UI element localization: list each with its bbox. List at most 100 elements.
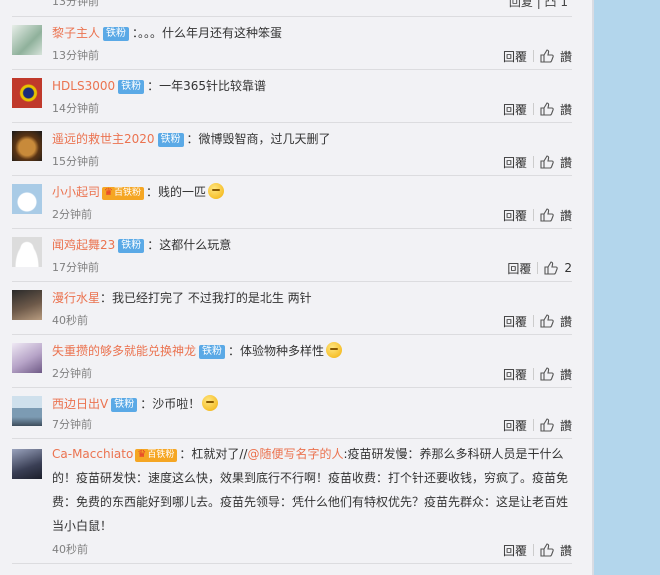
comment-time: 17分钟前 xyxy=(52,261,99,274)
comment-line: 小小起司 ♛ 百铁粉 ：贱的一匹 xyxy=(52,182,572,202)
emoji-icon xyxy=(326,342,343,358)
reply-button[interactable]: 回覆 xyxy=(503,313,527,330)
vip-badge: ♛ 百铁粉 xyxy=(102,187,145,200)
partial-comment-time: 13分钟前 xyxy=(52,0,99,8)
reply-button[interactable]: 回覆 xyxy=(503,417,527,434)
comment-username[interactable]: 闻鸡起舞23 xyxy=(52,238,115,252)
comment-username[interactable]: Ca-Macchiato xyxy=(52,447,133,461)
comment-line: 失重攒的够多就能兑换神龙 铁粉 ：体验物种多样性 xyxy=(52,341,572,361)
like-button[interactable]: 讚 xyxy=(560,417,572,434)
comment-time: 13分钟前 xyxy=(52,49,99,62)
vip-badge: ♛ 百铁粉 xyxy=(135,449,178,462)
comment-panel: 13分钟前 回复 | 凸 1 黎子主人 铁粉 ：。。。什么年月还有这种笨蛋 13分钟… xyxy=(0,0,592,575)
comment-username[interactable]: 遥远的救世主2020 xyxy=(52,132,155,146)
divider xyxy=(532,50,534,62)
avatar[interactable] xyxy=(12,343,42,373)
reply-button[interactable]: 回覆 xyxy=(503,207,527,224)
comment-item: 漫行水星：我已经打完了 不过我打的是北生 两针 40秒前 回覆 讚 xyxy=(12,282,572,335)
divider xyxy=(532,156,534,168)
avatar[interactable] xyxy=(12,25,42,55)
comment-item: 闻鸡起舞23 铁粉 ：这都什么玩意 17分钟前 回覆 2 xyxy=(12,229,572,282)
comment-time: 2分钟前 xyxy=(52,367,92,380)
comment-text: ：一年365针比较靠谱 xyxy=(147,79,267,93)
divider xyxy=(532,368,534,380)
like-button[interactable]: 讚 xyxy=(560,48,572,65)
comment-username[interactable]: 黎子主人 xyxy=(52,26,100,40)
like-button[interactable]: 讚 xyxy=(560,207,572,224)
avatar[interactable] xyxy=(12,78,42,108)
like-icon[interactable] xyxy=(540,208,554,222)
vip-fan-label: 铁粉 xyxy=(123,188,142,198)
like-button[interactable]: 讚 xyxy=(560,542,572,559)
comment-time: 40秒前 xyxy=(52,543,88,556)
comment-actions: 回覆 讚 xyxy=(503,47,572,65)
like-icon[interactable] xyxy=(540,543,554,557)
reply-button[interactable]: 回覆 xyxy=(503,48,527,65)
comment-line: 闻鸡起舞23 铁粉 ：这都什么玩意 xyxy=(52,235,572,255)
reply-button[interactable]: 回覆 xyxy=(503,101,527,118)
comment-username[interactable]: 小小起司 xyxy=(52,185,100,199)
comment-line: HDLS3000 铁粉 ：一年365针比较靠谱 xyxy=(52,76,572,96)
comment-actions: 回覆 讚 xyxy=(503,541,572,559)
vip-fan-label: 铁粉 xyxy=(156,450,175,460)
comment-line: Ca-Macchiato ♛ 百铁粉 ：杠就对了//@随便写名字的人:疫苗研发慢：养那… xyxy=(52,442,572,538)
comment-time: 15分钟前 xyxy=(52,155,99,168)
like-icon[interactable] xyxy=(544,261,559,275)
partial-comment-top: 13分钟前 回复 | 凸 1 xyxy=(12,0,572,17)
avatar[interactable] xyxy=(12,237,42,267)
reply-button[interactable]: 回覆 xyxy=(503,542,527,559)
like-count[interactable]: 2 xyxy=(564,261,572,275)
like-button[interactable]: 讚 xyxy=(560,154,572,171)
reply-button[interactable]: 回覆 xyxy=(503,366,527,383)
emoji-icon xyxy=(208,183,225,199)
comment-line: 黎子主人 铁粉 ：。。。什么年月还有这种笨蛋 xyxy=(52,23,572,43)
comment-text: ：体验物种多样性 xyxy=(228,344,325,358)
comment-item: 遥远的救世主2020 铁粉 ：微博毁智商，过几天删了 15分钟前 回覆 讚 xyxy=(12,123,572,176)
comment-text: ：微博毁智商，过几天删了 xyxy=(186,132,331,146)
like-icon[interactable] xyxy=(540,314,554,328)
crown-icon: ♛ xyxy=(104,187,113,198)
divider xyxy=(537,262,539,274)
reply-button[interactable]: 回覆 xyxy=(507,260,531,277)
comment-actions: 回覆 讚 xyxy=(503,365,572,383)
like-icon[interactable] xyxy=(540,418,554,432)
like-button[interactable]: 讚 xyxy=(560,313,572,330)
comment-actions: 回覆 讚 xyxy=(503,100,572,118)
comment-username[interactable]: 西边日出V xyxy=(52,397,108,411)
avatar[interactable] xyxy=(12,449,42,479)
fan-badge: 铁粉 xyxy=(118,80,145,94)
avatar[interactable] xyxy=(12,396,42,426)
comment-line: 遥远的救世主2020 铁粉 ：微博毁智商，过几天删了 xyxy=(52,129,572,149)
like-icon[interactable] xyxy=(540,49,554,63)
panel-edge xyxy=(592,0,594,575)
reply-button[interactable]: 回覆 xyxy=(503,154,527,171)
divider xyxy=(532,544,534,556)
comment-text: ：。。。什么年月还有这种笨蛋 xyxy=(132,26,283,40)
comment-text: ：我已经打完了 不过我打的是北生 两针 xyxy=(100,291,312,305)
avatar[interactable] xyxy=(12,131,42,161)
comment-item: 西边日出V 铁粉 ：沙币啦！ 7分钟前 回覆 讚 xyxy=(12,388,572,439)
comment-item: 黎子主人 铁粉 ：。。。什么年月还有这种笨蛋 13分钟前 回覆 讚 xyxy=(12,17,572,70)
comment-line: 西边日出V 铁粉 ：沙币啦！ xyxy=(52,394,572,414)
like-button[interactable]: 讚 xyxy=(560,101,572,118)
like-icon[interactable] xyxy=(540,155,554,169)
like-icon[interactable] xyxy=(540,102,554,116)
divider xyxy=(532,103,534,115)
mention-link[interactable]: @随便写名字的人 xyxy=(247,447,343,461)
fan-badge: 铁粉 xyxy=(118,239,145,253)
comment-text: ：贱的一匹 xyxy=(146,185,207,199)
avatar[interactable] xyxy=(12,184,42,214)
comment-time: 40秒前 xyxy=(52,314,88,327)
comment-item: HDLS3000 铁粉 ：一年365针比较靠谱 14分钟前 回覆 讚 xyxy=(12,70,572,123)
comment-username[interactable]: 漫行水星 xyxy=(52,291,100,305)
comment-username[interactable]: HDLS3000 xyxy=(52,79,115,93)
comment-username[interactable]: 失重攒的够多就能兑换神龙 xyxy=(52,344,196,358)
fan-badge: 铁粉 xyxy=(103,27,130,41)
partial-comment-actions[interactable]: 回复 | 凸 1 xyxy=(509,0,568,10)
avatar[interactable] xyxy=(12,290,42,320)
like-icon[interactable] xyxy=(540,367,554,381)
like-button[interactable]: 讚 xyxy=(560,366,572,383)
comment-actions: 回覆 讚 xyxy=(503,153,572,171)
comment-time: 7分钟前 xyxy=(52,418,92,431)
divider xyxy=(532,315,534,327)
